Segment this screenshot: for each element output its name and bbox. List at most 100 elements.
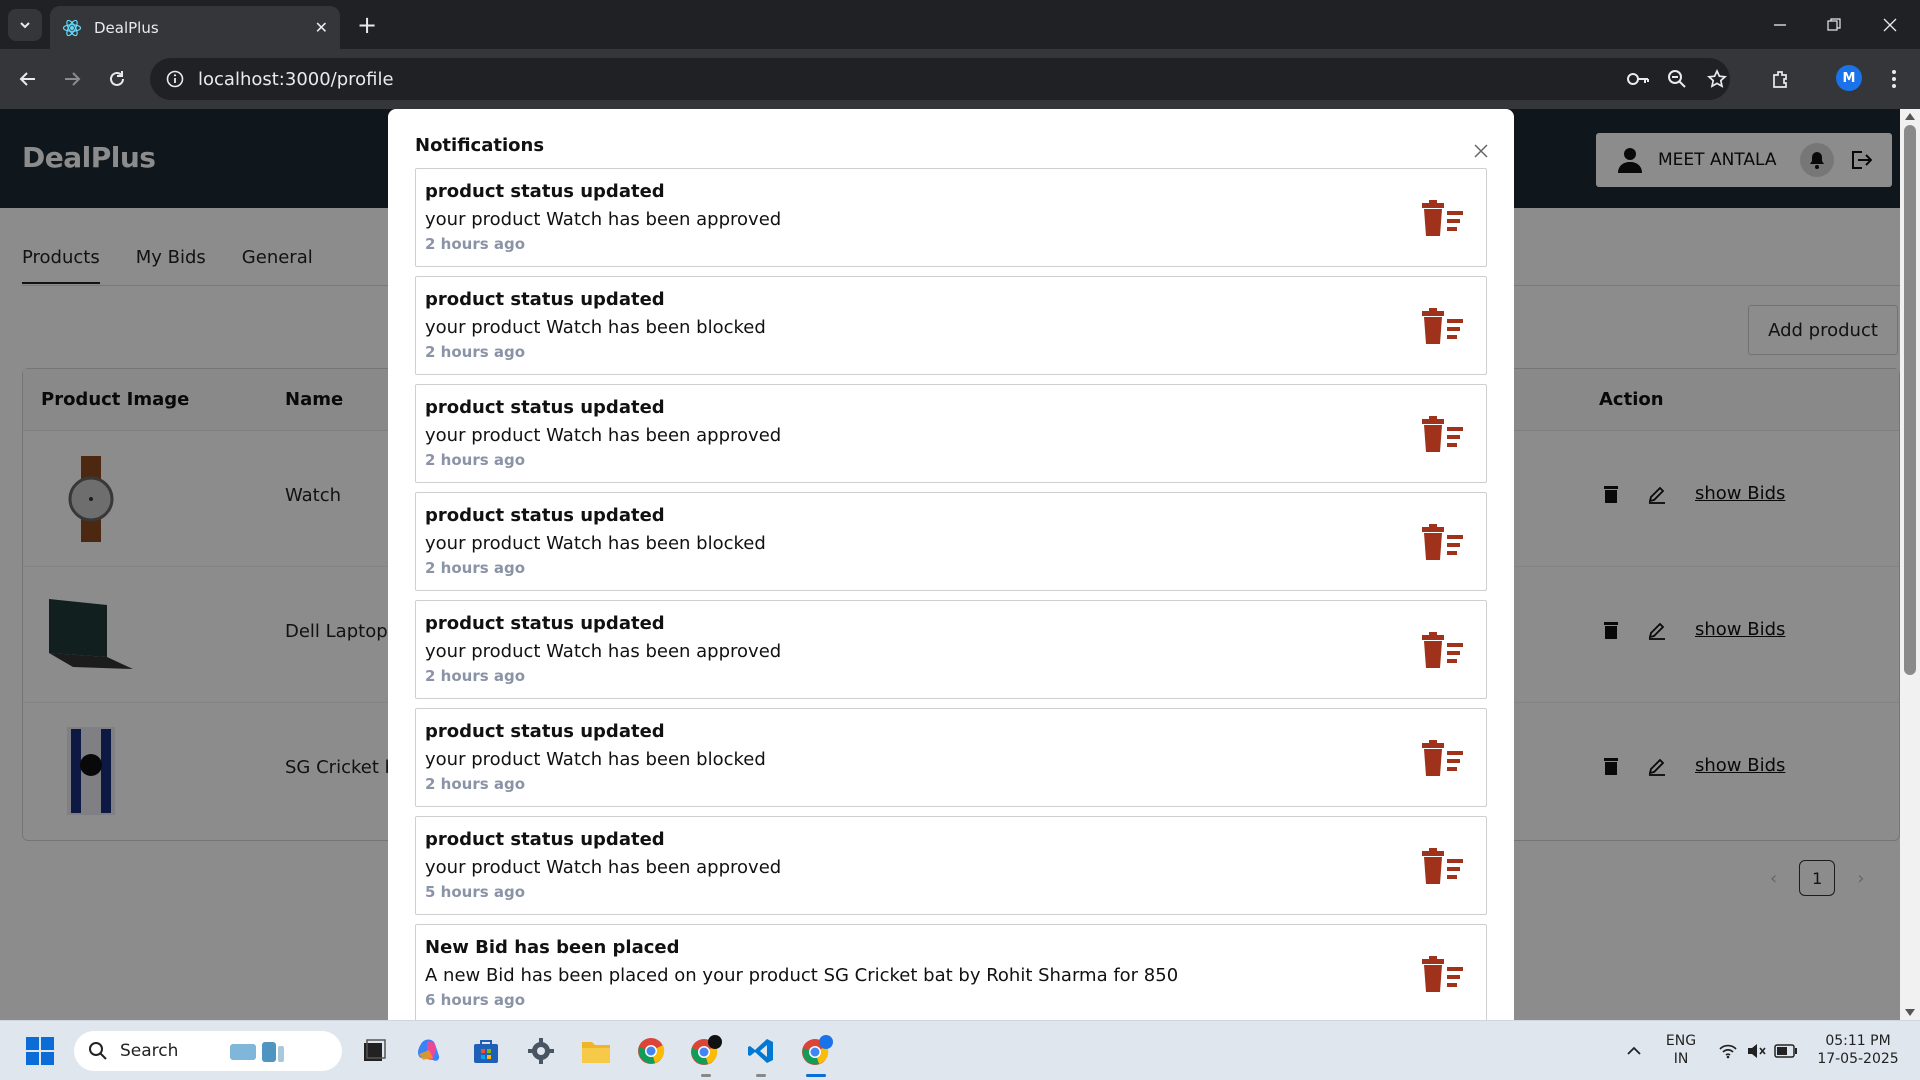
react-favicon-icon <box>62 18 82 38</box>
notification-item: product status updated your product Watc… <box>415 600 1487 699</box>
zoom-icon[interactable] <box>1661 63 1693 95</box>
clock-time: 05:11 PM <box>1825 1033 1891 1049</box>
delete-notification-icon[interactable] <box>1420 847 1464 885</box>
notification-time: 2 hours ago <box>425 343 526 361</box>
close-tab-icon[interactable]: ✕ <box>315 18 328 37</box>
copilot-icon[interactable] <box>412 1033 448 1069</box>
modal-title: Notifications <box>415 135 545 156</box>
chevron-down-icon <box>20 22 30 29</box>
notification-message: your product Watch has been approved <box>425 857 782 878</box>
minimize-button[interactable] <box>1750 0 1810 49</box>
taskbar-search[interactable]: Search <box>74 1031 342 1071</box>
windows-taskbar: Search ENG IN 05:11 PM 17-05-2025 <box>0 1020 1920 1080</box>
delete-notification-icon[interactable] <box>1420 415 1464 453</box>
notification-message: your product Watch has been approved <box>425 641 782 662</box>
reload-icon <box>110 71 124 86</box>
lang-code: ENG <box>1665 1033 1697 1049</box>
bookmark-star-icon[interactable] <box>1701 63 1733 95</box>
browser-tabstrip: DealPlus ✕ + <box>0 0 1920 49</box>
notification-time: 2 hours ago <box>425 775 526 793</box>
address-bar[interactable]: localhost:3000/profile <box>150 58 1730 100</box>
tab-search-button[interactable] <box>8 9 42 41</box>
lang-region: IN <box>1673 1051 1689 1067</box>
notification-message: A new Bid has been placed on your produc… <box>425 965 1179 986</box>
tab-title: DealPlus <box>94 18 159 37</box>
start-button[interactable] <box>22 1033 58 1069</box>
delete-notification-icon[interactable] <box>1420 955 1464 993</box>
arrow-right-icon <box>65 72 81 86</box>
reload-button[interactable] <box>101 63 133 95</box>
notification-title: product status updated <box>425 181 665 202</box>
restore-icon <box>1827 17 1841 31</box>
close-icon <box>1474 144 1488 158</box>
notification-title: product status updated <box>425 613 665 634</box>
notification-message: your product Watch has been blocked <box>425 533 766 554</box>
delete-notification-icon[interactable] <box>1420 523 1464 561</box>
notification-message: your product Watch has been approved <box>425 209 782 230</box>
browser-tab-dealplus[interactable]: DealPlus ✕ <box>50 6 340 49</box>
chrome-user-icon[interactable] <box>799 1033 835 1069</box>
notification-time: 5 hours ago <box>425 883 526 901</box>
notification-title: product status updated <box>425 289 665 310</box>
notification-item: product status updated your product Watc… <box>415 276 1487 375</box>
browser-toolbar: localhost:3000/profile M <box>0 49 1920 109</box>
forward-button[interactable] <box>56 63 88 95</box>
back-button[interactable] <box>12 63 44 95</box>
settings-gear-icon[interactable] <box>523 1033 559 1069</box>
notification-title: New Bid has been placed <box>425 937 680 958</box>
notification-time: 6 hours ago <box>425 991 526 1009</box>
search-icon <box>89 1042 107 1060</box>
notification-item: product status updated your product Watc… <box>415 816 1487 915</box>
notification-message: your product Watch has been approved <box>425 425 782 446</box>
new-tab-button[interactable]: + <box>352 10 382 40</box>
notification-item: product status updated your product Watc… <box>415 384 1487 483</box>
active-indicator <box>806 1074 826 1077</box>
running-indicator <box>701 1074 711 1077</box>
store-icon[interactable] <box>468 1033 504 1069</box>
battery-icon[interactable] <box>1768 1033 1804 1069</box>
minimize-icon <box>1774 23 1786 26</box>
language-indicator[interactable]: ENG IN <box>1664 1032 1698 1068</box>
close-window-button[interactable] <box>1860 0 1920 49</box>
notification-title: product status updated <box>425 505 665 526</box>
password-key-icon[interactable] <box>1622 63 1654 95</box>
delete-notification-icon[interactable] <box>1420 739 1464 777</box>
chrome-icon[interactable] <box>633 1033 669 1069</box>
notifications-modal: Notifications product status updated you… <box>388 109 1514 1020</box>
notification-title: product status updated <box>425 829 665 850</box>
restore-button[interactable] <box>1804 0 1864 49</box>
search-placeholder: Search <box>120 1041 179 1061</box>
delete-notification-icon[interactable] <box>1420 199 1464 237</box>
file-explorer-icon[interactable] <box>578 1033 614 1069</box>
scroll-up-icon[interactable] <box>1905 113 1915 120</box>
profile-avatar[interactable]: M <box>1836 65 1862 91</box>
search-highlight-icon <box>230 1042 285 1062</box>
clock-date: 17-05-2025 <box>1817 1051 1899 1067</box>
delete-notification-icon[interactable] <box>1420 307 1464 345</box>
task-view-icon[interactable] <box>356 1033 392 1069</box>
page-scrollbar[interactable] <box>1900 109 1920 1020</box>
delete-notification-icon[interactable] <box>1420 631 1464 669</box>
notification-item: product status updated your product Watc… <box>415 168 1487 267</box>
chrome-profile-icon[interactable] <box>688 1033 724 1069</box>
notification-title: product status updated <box>425 397 665 418</box>
notification-item: product status updated your product Watc… <box>415 708 1487 807</box>
notification-message: your product Watch has been blocked <box>425 749 766 770</box>
clock[interactable]: 05:11 PM 17-05-2025 <box>1810 1032 1906 1068</box>
notification-time: 2 hours ago <box>425 235 526 253</box>
extensions-icon[interactable] <box>1765 63 1797 95</box>
site-info-icon[interactable] <box>164 68 186 90</box>
notification-time: 2 hours ago <box>425 451 526 469</box>
scroll-down-icon[interactable] <box>1905 1009 1915 1016</box>
vscode-icon[interactable] <box>743 1033 779 1069</box>
arrow-left-icon <box>19 72 35 86</box>
close-icon <box>1883 18 1897 31</box>
windows-logo-icon <box>26 1037 54 1065</box>
close-modal-button[interactable] <box>1471 141 1491 161</box>
running-indicator <box>756 1074 766 1077</box>
tray-chevron-up-icon[interactable] <box>1616 1033 1652 1069</box>
more-menu-icon[interactable] <box>1878 63 1910 95</box>
scroll-thumb[interactable] <box>1904 125 1916 675</box>
notification-title: product status updated <box>425 721 665 742</box>
url-text[interactable]: localhost:3000/profile <box>198 69 394 90</box>
